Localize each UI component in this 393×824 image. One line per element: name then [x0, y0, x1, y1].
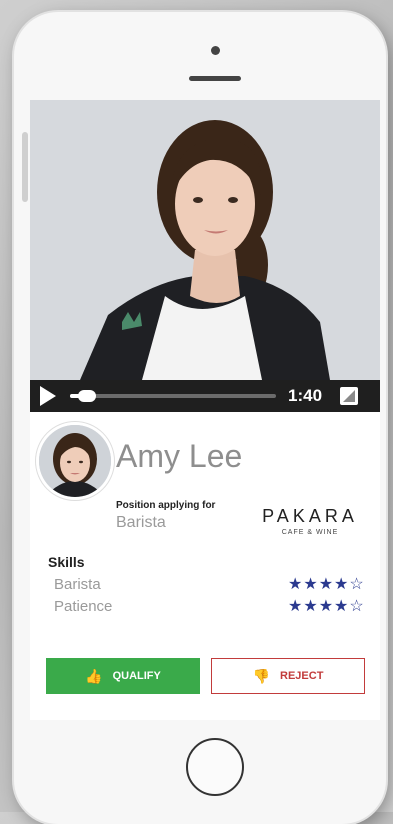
skill-label: Patience — [54, 598, 113, 615]
reject-button[interactable]: 👎 REJECT — [211, 658, 365, 694]
qualify-button[interactable]: 👍 QUALIFY — [46, 658, 200, 694]
fullscreen-icon[interactable] — [340, 387, 358, 405]
company-logo: PAKARA CAFE & WINE — [260, 506, 360, 536]
thumbs-down-icon: 👎 — [252, 667, 271, 684]
avatar-photo — [39, 425, 111, 497]
thumbs-up-icon: 👍 — [85, 667, 103, 684]
video-progress-thumb[interactable] — [78, 390, 97, 402]
app-screen: 1:40 Amy Lee Position applying for Baris… — [30, 100, 380, 720]
phone-side-button — [22, 132, 28, 202]
play-icon[interactable] — [40, 386, 56, 406]
qualify-label: QUALIFY — [112, 670, 161, 682]
front-camera — [211, 46, 220, 55]
video-time: 1:40 — [288, 386, 323, 405]
skill-row: Patience ★★★★☆ — [54, 598, 372, 618]
video-frame-photo — [30, 100, 380, 380]
company-logo-name: PAKARA — [262, 506, 358, 526]
skill-label: Barista — [54, 576, 101, 593]
avatar — [36, 422, 114, 500]
star-rating: ★★★★☆ — [288, 598, 365, 615]
video-progress-bar[interactable] — [70, 390, 276, 402]
position-label: Position applying for — [116, 500, 216, 511]
home-button[interactable] — [186, 738, 244, 796]
skill-row: Barista ★★★★☆ — [54, 576, 372, 596]
candidate-name: Amy Lee — [116, 438, 243, 474]
video-controls: 1:40 — [30, 380, 380, 412]
video-player[interactable]: 1:40 — [30, 100, 380, 412]
company-logo-tagline: CAFE & WINE — [281, 529, 339, 536]
star-rating: ★★★★☆ — [288, 576, 365, 593]
skills-title: Skills — [48, 554, 85, 570]
reject-label: REJECT — [280, 670, 324, 682]
position-value: Barista — [116, 514, 166, 531]
earpiece-speaker — [189, 76, 241, 81]
